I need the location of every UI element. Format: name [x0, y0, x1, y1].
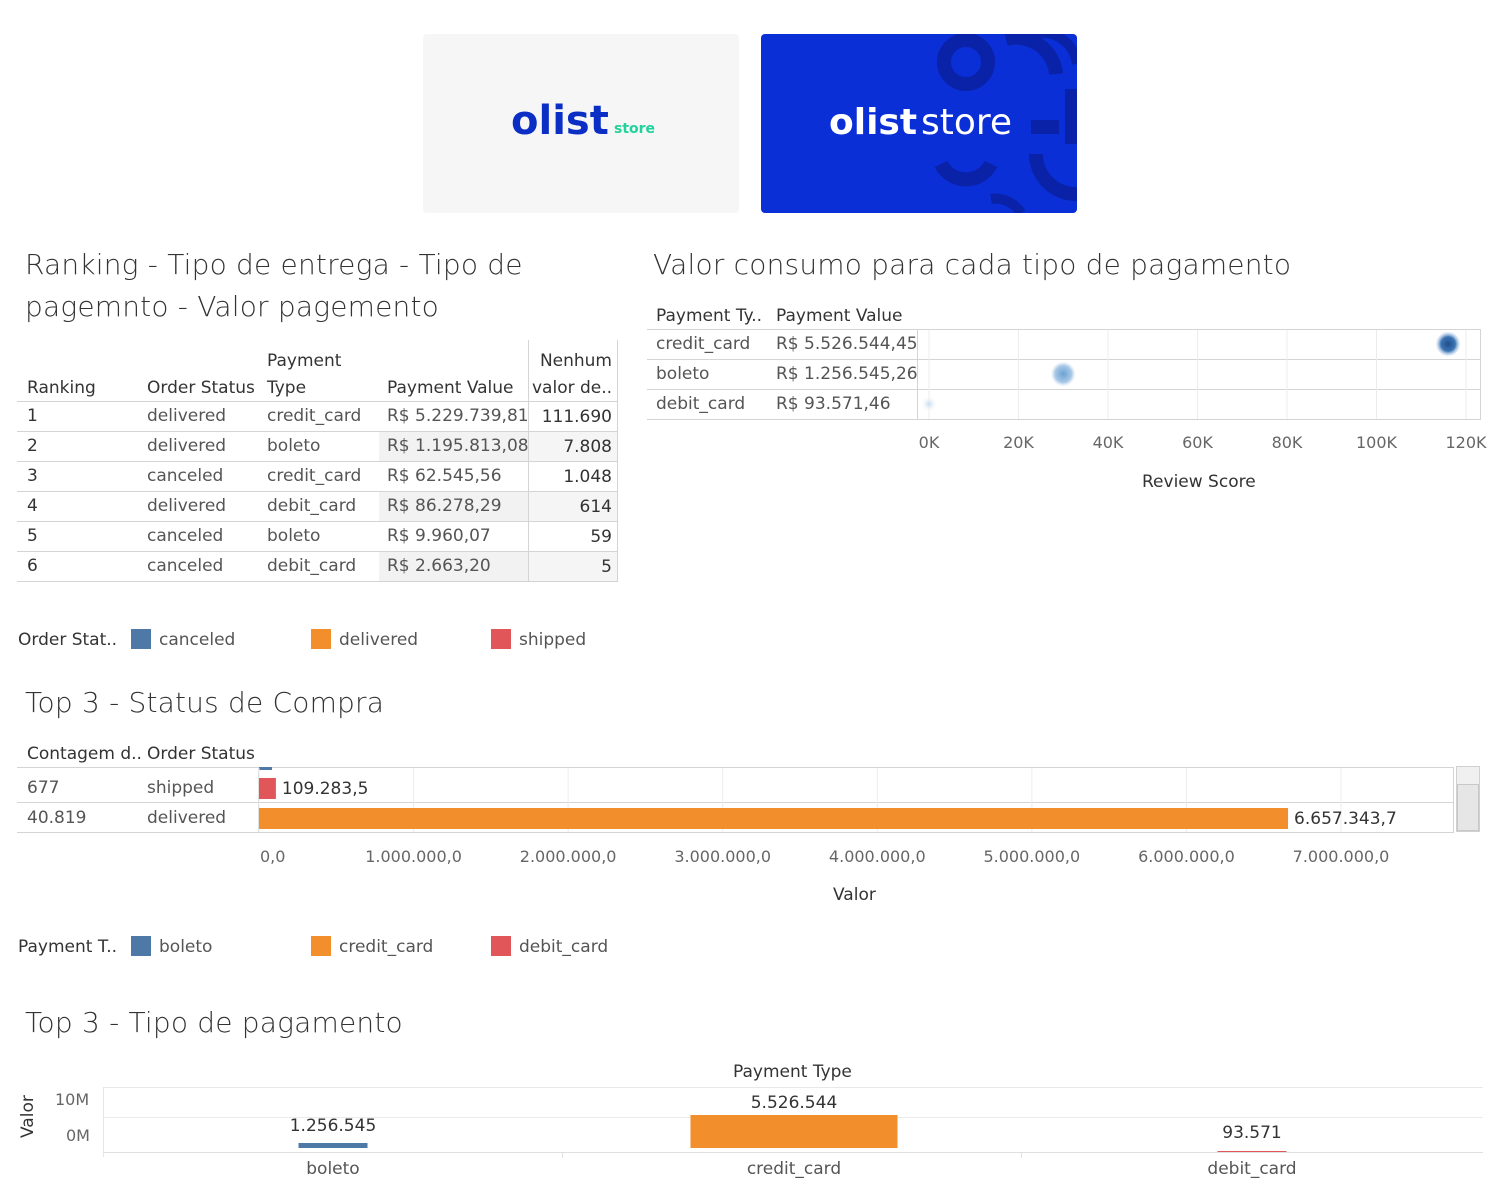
payment-bar-chart [298, 1115, 1287, 1152]
bar-credit-card[interactable] [690, 1115, 898, 1148]
bar-boleto[interactable] [298, 1143, 368, 1148]
bar-value-label: 5.526.544 [750, 1093, 838, 1113]
bar-value-label: 93.571 [1222, 1123, 1282, 1143]
bar-value-label: 1.256.545 [289, 1116, 377, 1136]
x-category-label: boleto [306, 1159, 360, 1179]
x-category-label: debit_card [1207, 1159, 1297, 1179]
bar-debit-card[interactable] [1217, 1151, 1287, 1152]
x-category-label: credit_card [746, 1159, 842, 1179]
